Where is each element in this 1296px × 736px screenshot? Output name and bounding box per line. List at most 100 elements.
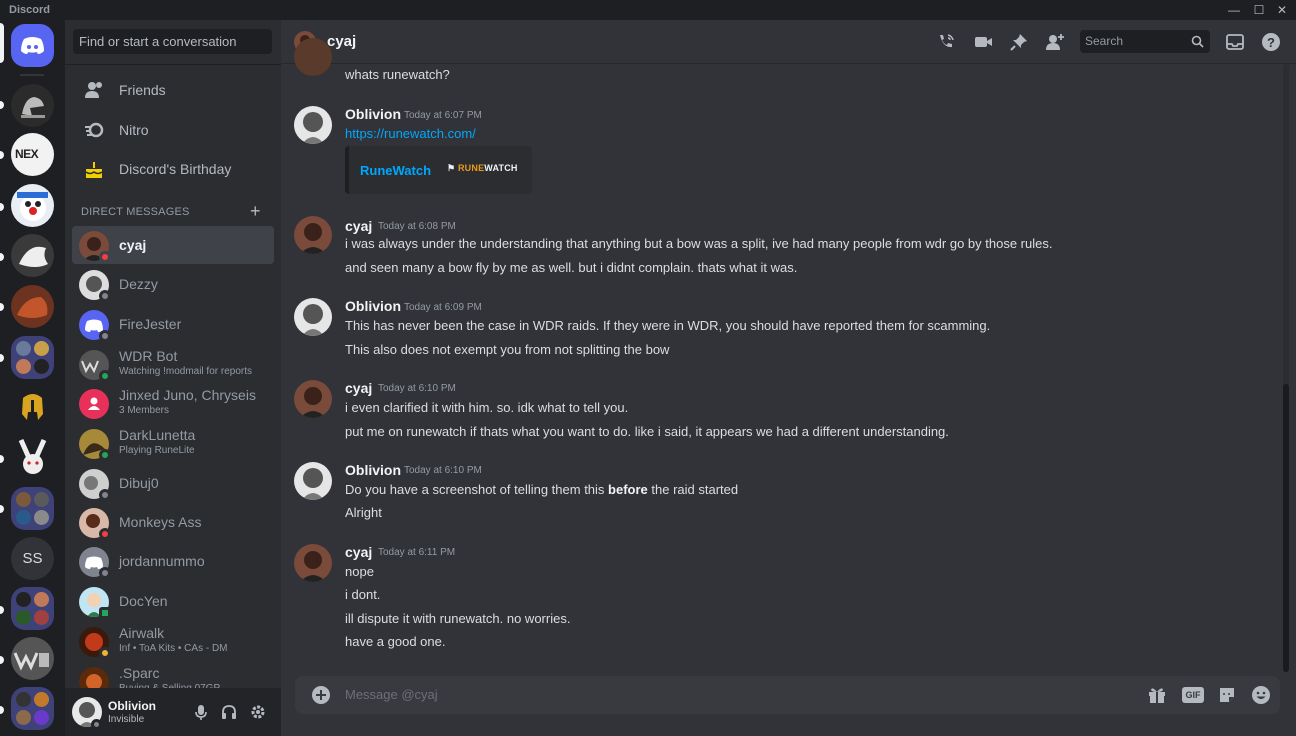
message-author[interactable]: cyaj: [345, 544, 372, 560]
bold-text: before: [608, 482, 648, 497]
server-icon[interactable]: SS: [11, 537, 54, 580]
emoji-icon[interactable]: [1251, 685, 1271, 705]
unread-indicator: [0, 253, 4, 261]
server-icon[interactable]: [11, 84, 54, 127]
attach-plus-icon[interactable]: [311, 685, 331, 705]
server-folder[interactable]: [11, 336, 54, 379]
server-folder[interactable]: [11, 687, 54, 730]
dm-item-darklunetta[interactable]: DarkLunetta Playing RuneLite: [72, 424, 274, 462]
avatar[interactable]: [294, 216, 332, 254]
unread-indicator: [0, 656, 4, 664]
message-timestamp: Today at 6:07 PM: [404, 110, 482, 121]
gif-label: GIF: [1185, 690, 1201, 700]
dm-item-docyen[interactable]: DocYen: [72, 582, 274, 620]
nav-nitro[interactable]: Nitro: [73, 111, 273, 149]
embed-title[interactable]: RuneWatch: [360, 163, 431, 178]
message-author[interactable]: Oblivion: [345, 106, 401, 122]
nav-label: Nitro: [119, 122, 149, 138]
dm-name: Dezzy: [119, 276, 158, 292]
message-author[interactable]: Oblivion: [345, 298, 401, 314]
status-online-indicator: [99, 370, 111, 382]
dm-item-dibuj0[interactable]: Dibuj0: [72, 464, 274, 502]
bunny-icon: [18, 438, 47, 474]
dm-sidebar: Find or start a conversation Friends Nit…: [65, 20, 281, 736]
sticker-icon[interactable]: [1217, 685, 1237, 705]
status-mobile-indicator: [99, 607, 111, 619]
message-composer[interactable]: Message @cyaj GIF: [295, 676, 1280, 714]
gif-button[interactable]: GIF: [1182, 687, 1204, 703]
home-button[interactable]: [11, 24, 54, 67]
dm-item-jordannummo[interactable]: jordannummo: [72, 542, 274, 580]
server-folder[interactable]: [11, 587, 54, 630]
server-icon[interactable]: [11, 234, 54, 277]
avatar[interactable]: [294, 106, 332, 144]
server-icon[interactable]: [11, 436, 54, 479]
message-author[interactable]: cyaj: [345, 218, 372, 234]
dm-item-firejester[interactable]: FireJester: [72, 305, 274, 343]
minimize-button[interactable]: —: [1224, 2, 1244, 18]
find-conversation-button[interactable]: Find or start a conversation: [73, 29, 272, 54]
nav-label: Friends: [119, 82, 166, 98]
message-input[interactable]: Message @cyaj: [345, 687, 438, 702]
server-icon[interactable]: [11, 637, 54, 680]
scrollbar-thumb[interactable]: [1283, 384, 1289, 672]
dm-name: cyaj: [119, 237, 147, 253]
status-offline-indicator: [99, 290, 111, 302]
add-friend-icon[interactable]: [1045, 32, 1065, 52]
message-text: have a good one.: [345, 634, 446, 649]
create-dm-button[interactable]: +: [250, 201, 261, 222]
server-icon[interactable]: NEX: [11, 133, 54, 176]
message-text: Alright: [345, 505, 382, 520]
status-offline-indicator: [99, 330, 111, 342]
gear-icon[interactable]: [249, 703, 267, 721]
pin-icon[interactable]: [1009, 32, 1029, 52]
search-input[interactable]: Search: [1080, 30, 1210, 53]
dm-item-dezzy[interactable]: Dezzy: [72, 265, 274, 303]
message-author[interactable]: Oblivion: [345, 462, 401, 478]
dm-item-monkeys-ass[interactable]: Monkeys Ass: [72, 503, 274, 541]
dm-name: Airwalk: [119, 625, 165, 641]
message-timestamp: Today at 6:10 PM: [378, 383, 456, 394]
nav-birthday[interactable]: Discord's Birthday: [73, 150, 273, 188]
voice-call-icon[interactable]: [936, 32, 956, 52]
server-folder[interactable]: [11, 487, 54, 530]
dm-item-wdr-bot[interactable]: WDR Bot Watching !modmail for reports: [72, 345, 274, 383]
microphone-icon[interactable]: [192, 703, 210, 721]
message-text: Do you have a screenshot of telling them…: [345, 482, 738, 497]
avatar: [79, 389, 109, 419]
embed-logo: ⚑ RUNEWATCH: [447, 163, 518, 173]
message-scrollbar[interactable]: [1283, 64, 1289, 672]
avatar[interactable]: [294, 462, 332, 500]
unread-indicator: [0, 354, 4, 362]
server-icon[interactable]: [11, 285, 54, 328]
user-status: Invisible: [108, 714, 145, 725]
status-dnd-indicator: [99, 251, 111, 263]
discord-logo-icon: [21, 37, 44, 54]
dm-activity: Playing RuneLite: [119, 445, 195, 456]
maximize-button[interactable]: ☐: [1249, 2, 1269, 18]
dm-members: 3 Members: [119, 405, 170, 416]
link-embed: RuneWatch ⚑ RUNEWATCH: [345, 146, 532, 194]
avatar[interactable]: [294, 544, 332, 582]
help-icon[interactable]: ?: [1261, 32, 1281, 52]
message-text: put me on runewatch if thats what you wa…: [345, 424, 949, 439]
server-icon[interactable]: [11, 184, 54, 227]
dm-item-cyaj[interactable]: cyaj: [72, 226, 274, 264]
inbox-icon[interactable]: [1225, 32, 1245, 52]
dm-item-airwalk[interactable]: Airwalk Inf • ToA Kits • CAs - DM: [72, 622, 274, 660]
gift-icon[interactable]: [1147, 685, 1167, 705]
nav-friends[interactable]: Friends: [73, 71, 273, 109]
status-invisible-indicator: [91, 719, 102, 730]
server-icon[interactable]: [11, 386, 54, 429]
avatar[interactable]: [294, 298, 332, 336]
message-author[interactable]: cyaj: [345, 380, 372, 396]
video-call-icon[interactable]: [973, 32, 993, 52]
dm-item-group[interactable]: Jinxed Juno, Chryseis 3 Members: [72, 384, 274, 422]
message-link[interactable]: https://runewatch.com/: [345, 126, 476, 141]
chat-header: cyaj Search ?: [281, 20, 1296, 64]
title-bar: Discord — ☐ ✕: [0, 0, 1296, 20]
status-dnd-indicator: [99, 528, 111, 540]
avatar[interactable]: [294, 380, 332, 418]
close-button[interactable]: ✕: [1272, 2, 1292, 18]
headphones-icon[interactable]: [220, 703, 238, 721]
